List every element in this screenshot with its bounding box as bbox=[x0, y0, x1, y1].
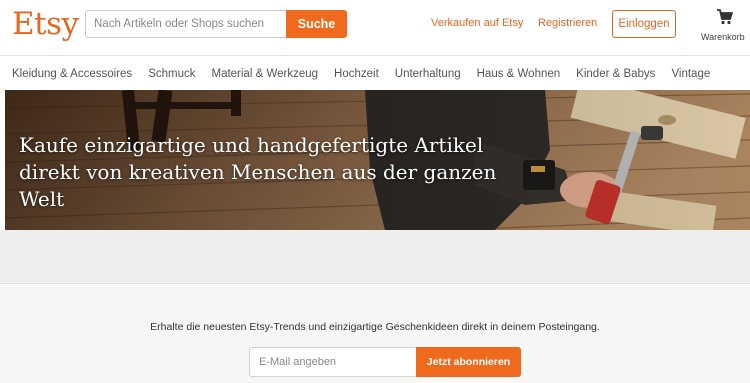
subscribe-button[interactable]: Jetzt abonnieren bbox=[416, 347, 521, 377]
content-band bbox=[0, 230, 750, 284]
category-clothing-accessories[interactable]: Kleidung & Accessoires bbox=[12, 68, 132, 80]
category-kids-babies[interactable]: Kinder & Babys bbox=[576, 68, 655, 80]
newsletter-text: Erhalte die neuesten Etsy-Trends und ein… bbox=[150, 321, 600, 333]
category-entertainment[interactable]: Unterhaltung bbox=[395, 68, 461, 80]
email-field[interactable] bbox=[249, 347, 416, 377]
register-link[interactable]: Registrieren bbox=[538, 17, 597, 29]
login-button[interactable]: Einloggen bbox=[612, 10, 676, 38]
category-home-living[interactable]: Haus & Wohnen bbox=[477, 68, 561, 80]
category-nav: Kleidung & Accessoires Schmuck Material … bbox=[0, 57, 750, 90]
etsy-homepage: Etsy Suche Verkaufen auf Etsy Registrier… bbox=[0, 0, 750, 383]
newsletter-form: Jetzt abonnieren bbox=[249, 347, 521, 377]
hero-banner: Kaufe einzigartige und handgefertigte Ar… bbox=[5, 90, 750, 230]
search-bar: Suche bbox=[85, 10, 347, 38]
search-input[interactable] bbox=[85, 10, 286, 38]
sell-on-etsy-link[interactable]: Verkaufen auf Etsy bbox=[431, 17, 523, 29]
category-vintage[interactable]: Vintage bbox=[671, 68, 710, 80]
hero-title: Kaufe einzigartige und handgefertigte Ar… bbox=[19, 133, 497, 211]
etsy-logo[interactable]: Etsy bbox=[12, 6, 79, 42]
shopping-cart-icon bbox=[716, 8, 734, 31]
category-jewelry[interactable]: Schmuck bbox=[148, 68, 195, 80]
search-button[interactable]: Suche bbox=[286, 10, 347, 38]
header: Etsy Suche Verkaufen auf Etsy Registrier… bbox=[0, 0, 750, 56]
cart-label: Warenkorb bbox=[701, 32, 745, 42]
newsletter-section: Erhalte die neuesten Etsy-Trends und ein… bbox=[0, 285, 750, 383]
category-craft-supplies[interactable]: Material & Werkzeug bbox=[211, 68, 318, 80]
category-wedding[interactable]: Hochzeit bbox=[334, 68, 379, 80]
